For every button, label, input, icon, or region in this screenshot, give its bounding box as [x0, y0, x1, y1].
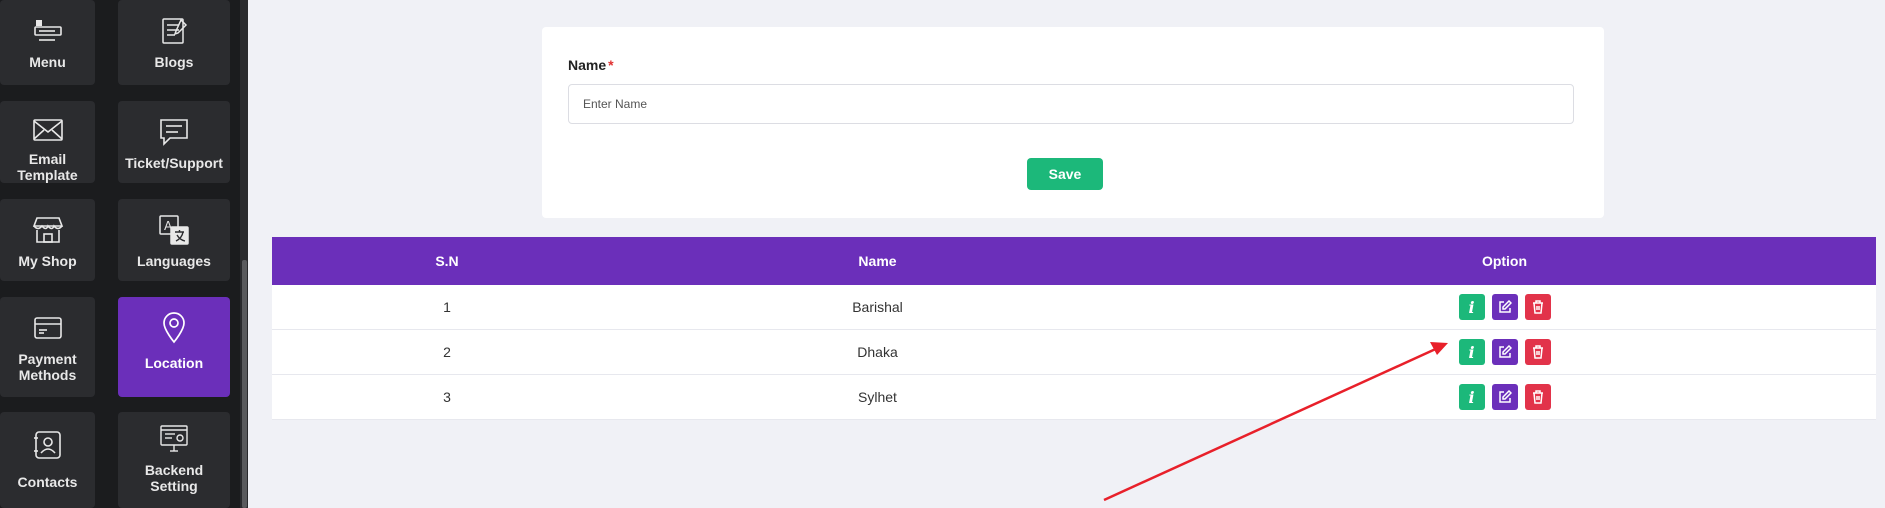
delete-button[interactable] [1524, 384, 1551, 410]
sidebar-item-menu[interactable]: Menu [0, 0, 95, 85]
blog-icon [159, 14, 189, 48]
cell-sn: 2 [443, 344, 451, 360]
name-input[interactable] [568, 84, 1574, 124]
sidebar-item-languages[interactable]: A Languages [118, 199, 230, 281]
sidebar-item-payment-methods[interactable]: Payment Methods [0, 297, 95, 397]
card-icon [33, 311, 63, 345]
table-header: S.N Name Option [272, 237, 1876, 285]
cell-sn: 3 [443, 389, 451, 405]
sidebar-item-backend-setting[interactable]: Backend Setting [118, 412, 230, 508]
cell-name: Barishal [852, 299, 903, 315]
menu-icon [33, 14, 63, 48]
header-option: Option [1481, 253, 1528, 269]
edit-icon [1498, 390, 1512, 403]
contact-book-icon [33, 428, 63, 462]
delete-button[interactable] [1524, 339, 1551, 365]
edit-button[interactable] [1491, 339, 1518, 365]
cell-name: Dhaka [857, 344, 898, 360]
sidebar-scrollbar-thumb[interactable] [242, 260, 247, 508]
cell-sn: 1 [443, 299, 451, 315]
sidebar-item-my-shop[interactable]: My Shop [0, 199, 95, 281]
row-options: i [1133, 384, 1876, 410]
edit-button[interactable] [1491, 384, 1518, 410]
location-form-card: Name* Save [542, 27, 1604, 218]
location-pin-icon [161, 311, 187, 345]
info-icon: i [1468, 297, 1475, 317]
trash-icon [1532, 345, 1543, 359]
sidebar-item-label: Payment Methods [18, 351, 77, 383]
locations-table: S.N Name Option 1 Barishal i 2 Dhaka i 3… [272, 237, 1876, 420]
sidebar-item-label: Backend Setting [144, 462, 204, 494]
shop-icon [32, 213, 64, 247]
sidebar-item-ticket-support[interactable]: Ticket/Support [118, 101, 230, 183]
sidebar-item-location[interactable]: Location [118, 297, 230, 397]
table-row: 1 Barishal i [272, 285, 1876, 330]
info-button[interactable]: i [1458, 384, 1485, 410]
row-options: i [1133, 339, 1876, 365]
info-icon: i [1468, 342, 1475, 362]
delete-button[interactable] [1524, 294, 1551, 320]
save-button[interactable]: Save [1027, 158, 1103, 190]
table-row: 2 Dhaka i [272, 330, 1876, 375]
envelope-icon [32, 115, 64, 145]
sidebar-item-label: Contacts [17, 474, 78, 490]
info-button[interactable]: i [1458, 294, 1485, 320]
edit-icon [1498, 300, 1512, 313]
sidebar-item-label: Menu [29, 54, 66, 70]
settings-monitor-icon [159, 422, 189, 456]
sidebar-item-label: Location [144, 355, 204, 371]
sidebar-item-label: Email Template [17, 151, 78, 183]
sidebar-item-contacts[interactable]: Contacts [0, 412, 95, 508]
edit-icon [1498, 345, 1512, 358]
sidebar-item-label: Languages [137, 253, 211, 269]
cell-name: Sylhet [858, 389, 897, 405]
sidebar-item-label: Blogs [154, 54, 194, 70]
sidebar-item-email-template[interactable]: Email Template [0, 101, 95, 183]
sidebar-item-label: Ticket/Support [125, 155, 223, 171]
trash-icon [1532, 390, 1543, 404]
trash-icon [1532, 300, 1543, 314]
sidebar: Menu Blogs Email Template Ticket/Support… [0, 0, 244, 508]
name-label-text: Name [568, 57, 607, 73]
info-button[interactable]: i [1458, 339, 1485, 365]
header-sn: S.N [435, 253, 459, 269]
header-name: Name [858, 253, 897, 269]
translate-icon: A [158, 213, 190, 247]
required-mark: * [608, 57, 614, 73]
chat-icon [158, 115, 190, 149]
edit-button[interactable] [1491, 294, 1518, 320]
sidebar-item-blogs[interactable]: Blogs [118, 0, 230, 85]
row-options: i [1133, 294, 1876, 320]
sidebar-item-label: My Shop [18, 253, 77, 269]
info-icon: i [1468, 387, 1475, 407]
name-field-label: Name * [568, 57, 614, 73]
table-row: 3 Sylhet i [272, 375, 1876, 420]
